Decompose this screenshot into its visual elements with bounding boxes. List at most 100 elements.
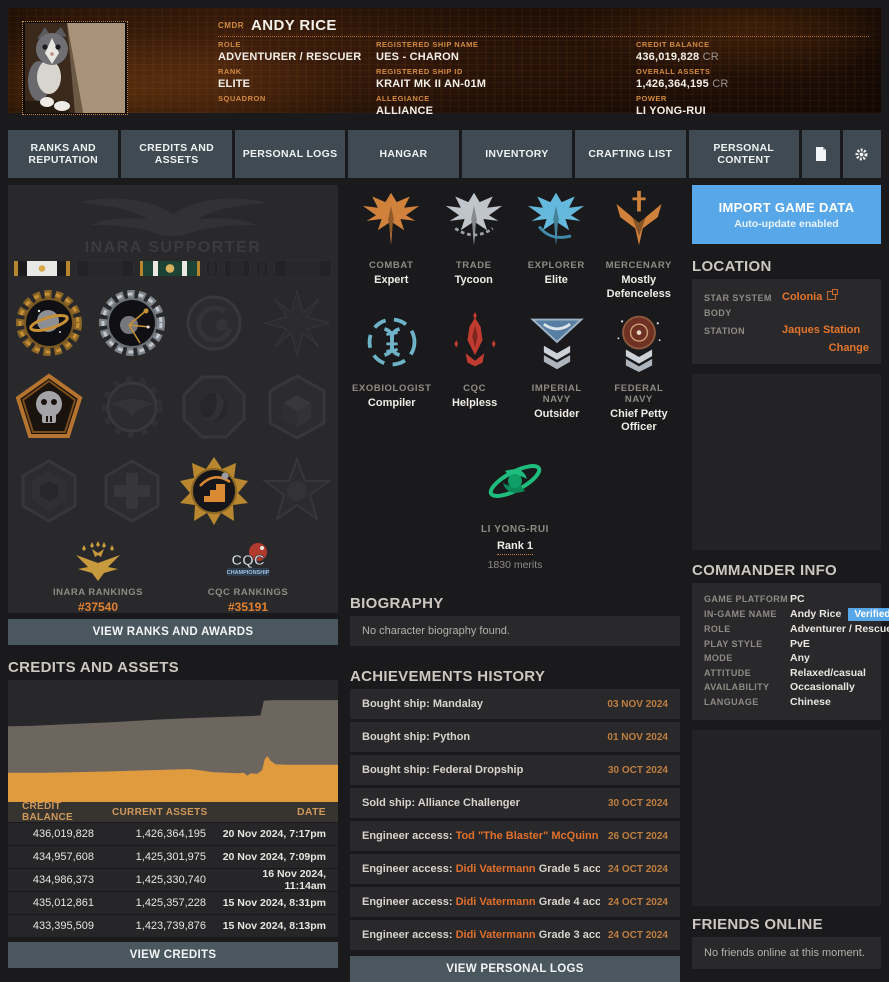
engineer-link[interactable]: Didi Vatermann — [456, 896, 536, 908]
achievement-date: 30 OCT 2024 — [608, 798, 668, 809]
table-row: 433,395,5091,423,739,87615 Nov 2024, 8:1… — [8, 915, 338, 937]
tab-notes[interactable] — [802, 130, 840, 178]
achievement-row: Bought ship: Federal Dropship30 OCT 2024 — [350, 755, 680, 785]
hex-cross-medal — [91, 453, 174, 529]
cqc-rankings-value: #35191 — [188, 600, 308, 613]
field-label: POWER — [636, 94, 836, 103]
cell-date: 15 Nov 2024, 8:13pm — [220, 920, 338, 932]
tab-ranks-and-reputation[interactable]: RANKS AND REPUTATION — [8, 130, 118, 178]
member-ribbon — [140, 261, 200, 276]
view-ranks-awards-button[interactable]: VIEW RANKS AND AWARDS — [8, 619, 338, 645]
cqc-rankings-icon: CQC CHAMPIONSHIP — [220, 541, 276, 583]
view-credits-button[interactable]: VIEW CREDITS — [8, 942, 338, 968]
field-label: CREDIT BALANCE — [636, 40, 836, 49]
tab-settings[interactable] — [843, 130, 881, 178]
field-label: REGISTERED SHIP ID — [376, 67, 576, 76]
location-panel: STAR SYSTEM Colonia BODY STATION Jaques … — [692, 279, 881, 364]
locked-ribbon — [224, 260, 250, 277]
achievement-date: 30 OCT 2024 — [608, 765, 668, 776]
cmdr-label: CMDR — [218, 21, 244, 30]
cell-assets: 1,425,301,975 — [104, 851, 220, 863]
col-date: DATE — [220, 806, 338, 818]
cat-photo — [24, 23, 126, 113]
inara-rankings-value: #37540 — [38, 600, 158, 613]
cqc-rankings[interactable]: CQC CHAMPIONSHIP CQC RANKINGS #35191 — [188, 539, 308, 613]
inara-supporter-emblem: INARA SUPPORTER — [8, 191, 338, 257]
cr-suffix: CR — [699, 51, 719, 63]
medals-grid — [8, 285, 338, 529]
achievement-date: 03 NOV 2024 — [607, 699, 668, 710]
exobiologist-rank-icon — [362, 312, 422, 372]
eagle-medal — [91, 369, 174, 445]
friends-empty-text: No friends online at this moment. — [704, 947, 865, 959]
import-game-data-button[interactable]: IMPORT GAME DATA Auto-update enabled — [692, 185, 881, 244]
power-merits: 1830 merits — [350, 559, 680, 571]
tab-inventory[interactable]: INVENTORY — [462, 130, 572, 178]
field-label: REGISTERED SHIP NAME — [376, 40, 576, 49]
change-location-link[interactable]: Change — [704, 342, 869, 354]
locked-ribbon — [256, 260, 268, 277]
svg-text:CQC: CQC — [231, 552, 265, 569]
rank-trade: TRADE Tycoon — [433, 189, 516, 302]
achievement-row: Sold ship: Alliance Challenger30 OCT 202… — [350, 788, 680, 818]
avatar — [22, 21, 128, 115]
placeholder-panel — [692, 374, 881, 550]
tab-personal-logs[interactable]: PERSONAL LOGS — [235, 130, 345, 178]
table-row: 435,012,8611,425,357,22815 Nov 2024, 8:3… — [8, 892, 338, 914]
engineer-link[interactable]: Didi Vatermann — [456, 929, 536, 941]
trade-rank-icon — [444, 189, 504, 249]
combat-rank-icon — [361, 189, 421, 249]
overall-assets: 1,426,364,195 — [636, 78, 709, 90]
rank-exobiologist: EXOBIOLOGIST Compiler — [350, 312, 434, 436]
supporter-ribbon — [14, 261, 70, 276]
tab-personal-content[interactable]: PERSONAL CONTENT — [689, 130, 799, 178]
commander-name-row: CMDR ANDY RICE — [218, 15, 869, 37]
tab-crafting-list[interactable]: CRAFTING LIST — [575, 130, 685, 178]
body-label: BODY — [704, 306, 782, 318]
cell-assets: 1,425,357,228 — [104, 897, 220, 909]
power-name: LI YONG-RUI — [636, 105, 836, 117]
svg-text:CHAMPIONSHIP: CHAMPIONSHIP — [227, 570, 270, 576]
station-link[interactable]: Jaques Station — [782, 324, 860, 336]
cell-date: 15 Nov 2024, 8:31pm — [220, 897, 338, 909]
rank-imperial-navy: IMPERIAL NAVY Outsider — [516, 312, 598, 436]
commander-header: CMDR ANDY RICE ROLEADVENTURER / RESCUER … — [8, 8, 881, 113]
inara-rankings[interactable]: INARA RANKINGS #37540 — [38, 539, 158, 613]
silver-planet-medal — [91, 285, 174, 361]
station-label: STATION — [704, 324, 782, 336]
power-rank[interactable]: Rank 1 — [497, 540, 533, 555]
rank-mercenary: MERCENARY Mostly Defenceless — [598, 189, 681, 302]
biography-empty-text: No character biography found. — [362, 625, 510, 637]
gold-trade-medal — [173, 453, 256, 529]
placeholder-panel — [692, 730, 881, 906]
cell-balance: 434,986,373 — [8, 874, 104, 886]
achievement-date: 01 NOV 2024 — [607, 732, 668, 743]
achievement-date: 26 OCT 2024 — [608, 831, 668, 842]
engineer-link[interactable]: Didi Vatermann — [456, 863, 536, 875]
main-nav: RANKS AND REPUTATION CREDITS AND ASSETS … — [8, 130, 881, 178]
cell-balance: 434,957,608 — [8, 851, 104, 863]
biography-heading: BIOGRAPHY — [350, 595, 680, 612]
notes-icon — [814, 146, 828, 162]
biography-panel: No character biography found. — [350, 616, 680, 646]
tab-credits-and-assets[interactable]: CREDITS AND ASSETS — [121, 130, 231, 178]
cell-assets: 1,423,739,876 — [104, 920, 220, 932]
locked-ribbon — [206, 260, 218, 277]
star-system-link[interactable]: Colonia — [782, 291, 822, 303]
comet-medal — [173, 285, 256, 361]
commander-info-heading: COMMANDER INFO — [692, 562, 881, 579]
achievement-row: Engineer access: Didi Vatermann Grade 5 … — [350, 854, 680, 884]
view-personal-logs-button[interactable]: VIEW PERSONAL LOGS — [350, 956, 680, 982]
verified-badge: Verified — [848, 608, 889, 621]
tab-hangar[interactable]: HANGAR — [348, 130, 458, 178]
cqc-rankings-label: CQC RANKINGS — [188, 587, 308, 598]
federal-navy-rank-icon — [609, 312, 669, 372]
field-value: UES - CHARON — [376, 51, 576, 63]
achievement-row: Engineer access: Didi Vatermann Grade 3 … — [350, 920, 680, 950]
cell-date: 16 Nov 2024, 11:14am — [220, 868, 338, 892]
external-link-icon[interactable] — [827, 291, 836, 300]
field-label: OVERALL ASSETS — [636, 67, 836, 76]
imperial-navy-rank-icon — [527, 312, 587, 372]
rank-cqc: CQC Helpless — [434, 312, 516, 436]
engineer-link[interactable]: Tod "The Blaster" McQuinn — [456, 830, 599, 842]
